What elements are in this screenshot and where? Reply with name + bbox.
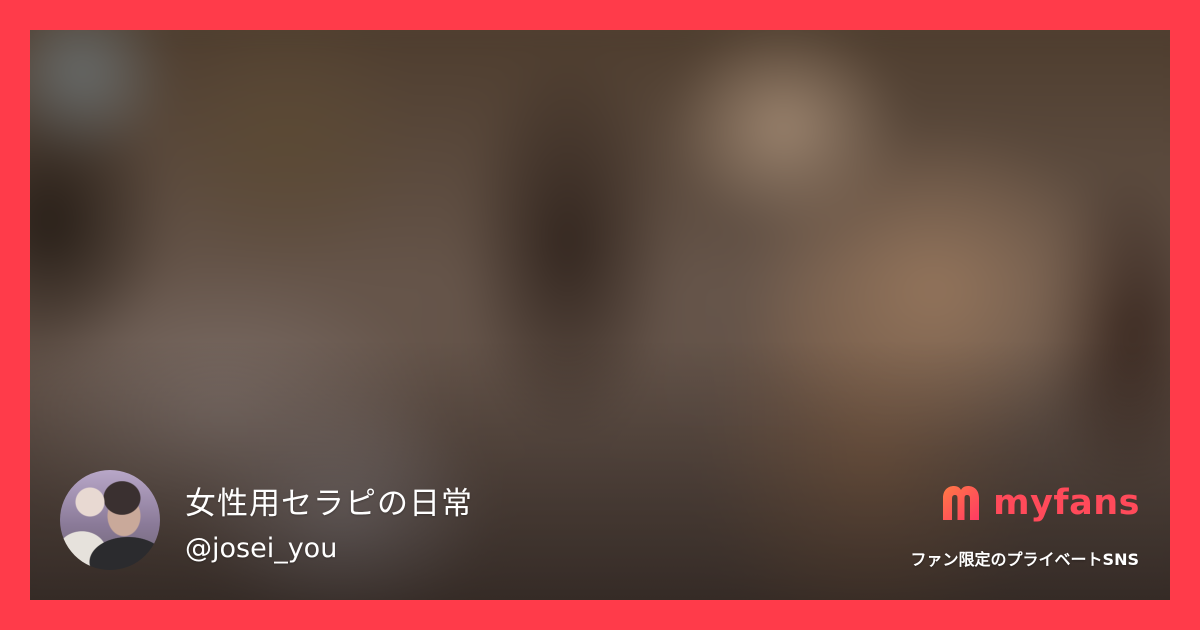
- brand-tagline: ファン限定のプライベートSNS: [910, 550, 1139, 569]
- avatar[interactable]: [60, 470, 160, 570]
- share-card-frame: 女性用セラピの日常 @josei_you myfans ファン限定のプライベート…: [0, 0, 1200, 630]
- myfans-wordmark: myfans: [993, 482, 1140, 523]
- myfans-logo[interactable]: myfans: [939, 484, 1140, 522]
- profile-handle[interactable]: @josei_you: [185, 533, 337, 564]
- profile-display-name[interactable]: 女性用セラピの日常: [185, 478, 473, 523]
- myfans-logo-icon: [943, 486, 980, 520]
